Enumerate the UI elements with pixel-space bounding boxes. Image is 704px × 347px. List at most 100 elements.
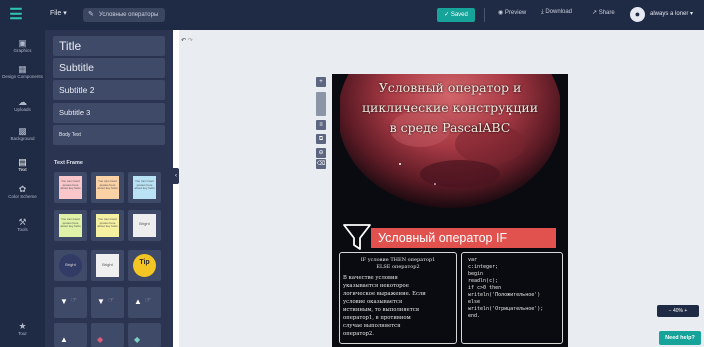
nav-uploads[interactable]: ☁ Uploads	[0, 97, 45, 112]
code-line: var	[468, 257, 478, 263]
text-frame-tile[interactable]: Bright	[91, 250, 124, 281]
dark-circle-frame: Bright	[59, 254, 82, 277]
description-line: логическое выражение. Если	[343, 291, 426, 297]
triangle-up-icon: ▲	[134, 297, 142, 306]
description-line: указывается некоторое	[343, 283, 409, 289]
add-title-button[interactable]: Title	[53, 36, 165, 56]
text-frame-tile[interactable]: Bright	[128, 210, 161, 241]
code-line: readln(c);	[468, 278, 499, 284]
editor-app: ☰ File ▾ ✎ Условные операторы ✓ Saved ◉ …	[0, 0, 704, 347]
delete-icon[interactable]: ⊖	[316, 148, 326, 158]
eye-icon: ◉	[498, 10, 504, 16]
sticky-note-yellow: You can insert quotes here about key fac…	[96, 214, 119, 237]
text-frame-tile[interactable]: Tip	[128, 250, 161, 281]
zoom-out-icon[interactable]: −	[669, 308, 672, 314]
document-title-text: Условные операторы	[99, 12, 159, 18]
text-frame-tile[interactable]: ▲ ☞	[128, 287, 161, 318]
undo-icon[interactable]: ↶	[181, 38, 186, 44]
nav-background-label: Background	[10, 136, 35, 141]
need-help-button[interactable]: Need help?	[659, 331, 701, 345]
syntax-line-1: IF условие THEN оператор1	[360, 257, 436, 263]
layers-icon[interactable]: ≡	[316, 120, 326, 130]
saved-button[interactable]: ✓ Saved	[437, 8, 475, 22]
zoom-control[interactable]: − 40% +	[657, 305, 699, 317]
description-line: условие оказывается	[343, 299, 403, 305]
text-frame-heading: Text Frame	[54, 160, 83, 166]
page-thumbnail-slider[interactable]	[316, 92, 326, 116]
funnel-icon[interactable]	[342, 222, 372, 252]
share-button[interactable]: ↗ Share	[592, 9, 615, 16]
text-frame-tile[interactable]: You can insert quotes here about key fac…	[91, 172, 124, 203]
saved-label: Saved	[450, 12, 468, 18]
document-title[interactable]: ✎ Условные операторы	[83, 8, 165, 22]
description-line: В качестве условия	[343, 275, 398, 281]
nav-design-components-label: Design Components	[2, 74, 43, 79]
text-frame-tile[interactable]: You can insert quotes here about key fac…	[54, 210, 87, 241]
text-frame-tile[interactable]: ◆	[128, 323, 161, 347]
triangle-up-icon: ▲	[60, 335, 68, 344]
nav-design-components[interactable]: ▦ Design Components	[0, 64, 45, 79]
shape-icon: ◆	[97, 335, 104, 344]
share-icon: ↗	[592, 10, 598, 16]
syntax-line-2: ELSE оператор2	[376, 264, 420, 270]
undo-redo-controls[interactable]: ↶ ↷	[181, 37, 193, 44]
text-icon: ▤	[18, 157, 27, 167]
code-line: c:integer;	[468, 264, 499, 270]
copy-icon[interactable]: ⧉	[316, 134, 326, 144]
add-subtitle-3-button[interactable]: Subtitle 3	[53, 103, 165, 123]
text-frame-tile[interactable]: ◆	[91, 323, 124, 347]
text-frame-tile[interactable]: You can insert quotes here about key fac…	[54, 172, 87, 203]
zoom-level: 40%	[672, 308, 683, 314]
description-line: оператор1, в противном	[343, 315, 411, 321]
paper-frame: Bright	[133, 214, 156, 237]
file-menu[interactable]: File ▾	[50, 9, 67, 17]
preview-button[interactable]: ◉ Preview	[498, 9, 526, 16]
text-frame-tile[interactable]: ▼ ☞	[91, 287, 124, 318]
nav-background[interactable]: ▩ Background	[0, 126, 45, 141]
user-name: always a loner	[650, 11, 689, 17]
zoom-in-icon[interactable]: +	[684, 308, 687, 314]
add-subtitle-button[interactable]: Subtitle	[53, 58, 165, 78]
nav-tour[interactable]: ★ Tour	[0, 321, 45, 336]
text-frame-tile[interactable]: You can insert quotes here about key fac…	[91, 210, 124, 241]
logo-icon[interactable]: ☰	[6, 5, 26, 25]
shape-icon: ◆	[134, 335, 141, 344]
nav-text[interactable]: ▤ Text	[0, 157, 45, 172]
nav-tour-label: Tour	[18, 331, 27, 336]
nav-text-label: Text	[18, 167, 27, 172]
code-line: end.	[468, 313, 481, 319]
text-frame-tile[interactable]: Bright	[54, 250, 87, 281]
nav-color-scheme[interactable]: ✿ Color Scheme	[0, 184, 45, 199]
add-body-text-button[interactable]: Body Text	[53, 125, 165, 145]
add-subtitle-2-button[interactable]: Subtitle 2	[53, 80, 165, 100]
nav-graphics[interactable]: ▣ Graphics	[0, 38, 45, 53]
nav-uploads-label: Uploads	[14, 107, 31, 112]
image-icon: ▣	[18, 38, 27, 48]
code-line: begin	[468, 271, 484, 277]
section-banner[interactable]: Условный оператор IF	[371, 228, 556, 248]
paper-frame: Bright	[96, 254, 119, 277]
nav-tools[interactable]: ⚒ Tools	[0, 217, 45, 232]
user-menu[interactable]: always a loner ▾	[650, 10, 693, 17]
add-icon[interactable]: +	[316, 77, 326, 87]
file-menu-label: File	[50, 10, 62, 17]
trophy-icon: ★	[18, 321, 27, 331]
text-frame-tile[interactable]: You can insert quotes here about key fac…	[128, 172, 161, 203]
text-frame-tile[interactable]: ▲	[54, 323, 87, 347]
download-button[interactable]: ⤓ Download	[541, 9, 572, 16]
nav-tools-label: Tools	[17, 227, 28, 232]
avatar[interactable]: ●	[630, 7, 645, 22]
nav-color-scheme-label: Color Scheme	[8, 194, 37, 199]
description-line: оператор2.	[343, 331, 374, 337]
trash-icon[interactable]: ⌫	[316, 159, 326, 169]
toolbox-icon: ⚒	[18, 217, 27, 227]
top-bar: ☰ File ▾ ✎ Условные операторы ✓ Saved ◉ …	[0, 0, 704, 30]
pencil-icon: ✎	[88, 11, 94, 18]
slide-title[interactable]: Условный оператор и циклические конструк…	[336, 78, 564, 138]
text-frame-tile[interactable]: ▼ ☞	[54, 287, 87, 318]
pointer-icon: ☞	[145, 297, 152, 304]
redo-icon[interactable]: ↷	[188, 38, 193, 44]
sticky-note-green: You can insert quotes here about key fac…	[59, 214, 82, 237]
pointer-icon: ☞	[71, 297, 78, 304]
description-line: случае выполняется	[343, 323, 401, 329]
